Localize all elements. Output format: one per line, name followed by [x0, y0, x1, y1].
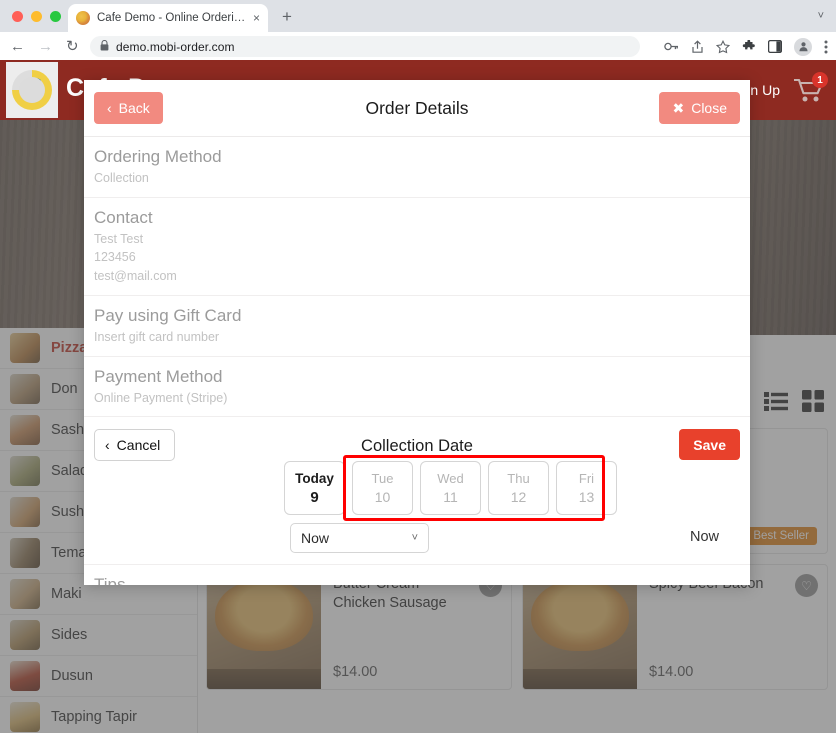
gift-card-label: Pay using Gift Card: [94, 305, 242, 325]
close-button[interactable]: ✖ Close: [659, 92, 740, 124]
extensions-puzzle-icon[interactable]: [742, 39, 756, 54]
contact-label: Contact: [94, 207, 153, 227]
chevron-left-icon: ‹: [105, 437, 110, 454]
save-button[interactable]: Save: [679, 429, 740, 461]
date-chip-dow: Fri: [578, 471, 595, 487]
collection-time-row: Now ˅ Now: [290, 523, 740, 555]
contact-name: Test Test: [94, 231, 144, 246]
contact-email: test@mail.com: [94, 269, 177, 284]
collection-date-editor: ‹ Cancel Collection Date Save Today 9 Tu…: [84, 417, 750, 566]
tab-favicon-icon: [76, 11, 90, 25]
share-icon[interactable]: [691, 39, 704, 54]
time-select-value: Now: [301, 530, 330, 547]
collection-date-header: ‹ Cancel Collection Date Save: [94, 429, 740, 463]
collection-time-display: Now: [690, 529, 720, 546]
date-chip-num: 13: [578, 489, 595, 506]
window-close-button[interactable]: [12, 11, 23, 22]
gift-card-row[interactable]: Pay using Gift Card Insert gift card num…: [84, 296, 750, 357]
new-tab-button[interactable]: +: [282, 8, 292, 25]
tips-row[interactable]: Tips Select tips amount: [84, 565, 750, 585]
forward-arrow-icon[interactable]: →: [38, 39, 53, 54]
reload-icon[interactable]: ↻: [66, 39, 79, 54]
date-chip-num: 12: [510, 489, 527, 506]
url-text: demo.mobi-order.com: [116, 39, 235, 54]
side-panel-icon[interactable]: [768, 40, 782, 53]
chevron-down-icon: ˅: [411, 532, 418, 545]
cart-button[interactable]: 1: [792, 72, 828, 106]
date-chip-row: Today 9 Tue 10 Wed 11 Thu 12 Fri 13: [284, 461, 624, 516]
profile-icon[interactable]: [794, 37, 812, 56]
tips-label: Tips: [94, 575, 126, 585]
date-chip-fri[interactable]: Fri 13: [556, 461, 617, 516]
contact-row[interactable]: Contact Test Test 123456 test@mail.com: [84, 198, 750, 296]
date-chip-tue[interactable]: Tue 10: [352, 461, 413, 516]
date-chip-thu[interactable]: Thu 12: [488, 461, 549, 516]
address-bar[interactable]: demo.mobi-order.com: [90, 36, 640, 57]
window-controls: [12, 11, 61, 22]
key-icon[interactable]: [664, 40, 679, 53]
bookmark-star-icon[interactable]: [716, 39, 730, 54]
browser-tab-strip: Cafe Demo - Online Ordering × + ˅: [0, 0, 836, 32]
date-chip-wed[interactable]: Wed 11: [420, 461, 481, 516]
tab-search-chevron-down-icon[interactable]: ˅: [818, 10, 824, 22]
date-chip-num: 10: [374, 489, 391, 506]
date-chip-today[interactable]: Today 9: [284, 461, 345, 516]
chrome-menu-icon[interactable]: [824, 40, 828, 54]
order-details-modal: ‹ Back Order Details ✖ Close Ordering Me…: [84, 80, 750, 585]
tab-close-icon[interactable]: ×: [253, 12, 260, 24]
payment-method-label: Payment Method: [94, 366, 223, 386]
date-chip-dow: Wed: [437, 471, 464, 487]
ordering-method-row[interactable]: Ordering Method Collection: [84, 137, 750, 198]
back-arrow-icon[interactable]: ←: [10, 39, 25, 54]
lock-icon: [100, 39, 109, 54]
chevron-left-icon: ‹: [107, 100, 112, 116]
tab-title: Cafe Demo - Online Ordering: [97, 12, 246, 24]
screenshot-root: Cafe Demo - Online Ordering × + ˅ ← → ↻ …: [0, 0, 836, 733]
date-chip-dow: Thu: [507, 471, 530, 487]
payment-method-row[interactable]: Payment Method Online Payment (Stripe): [84, 357, 750, 418]
date-chip-num: 9: [310, 488, 319, 506]
gift-card-placeholder: Insert gift card number: [94, 329, 220, 344]
browser-toolbar: ← → ↻ demo.mobi-order.com: [0, 32, 836, 60]
cart-count-badge: 1: [812, 72, 828, 88]
modal-header: ‹ Back Order Details ✖ Close: [84, 80, 750, 137]
page-title: Order Details: [365, 97, 469, 118]
toolbar-icon-group: [664, 36, 828, 57]
cancel-button[interactable]: ‹ Cancel: [94, 429, 176, 462]
brand-logo[interactable]: [6, 62, 58, 118]
window-maximize-button[interactable]: [50, 11, 61, 22]
back-button-label: Back: [118, 100, 150, 116]
cancel-button-label: Cancel: [116, 437, 161, 454]
close-button-label: Close: [691, 100, 727, 116]
ordering-method-label: Ordering Method: [94, 147, 222, 166]
close-icon: ✖: [672, 99, 685, 116]
date-chip-num: 11: [443, 489, 458, 506]
time-select[interactable]: Now ˅: [290, 523, 429, 554]
contact-phone: 123456: [94, 250, 136, 265]
date-chip-dow: Today: [295, 470, 334, 486]
ordering-method-value: Collection: [94, 170, 149, 185]
back-button[interactable]: ‹ Back: [94, 92, 163, 124]
date-chip-dow: Tue: [371, 471, 394, 487]
collection-date-title: Collection Date: [361, 436, 473, 455]
browser-tab[interactable]: Cafe Demo - Online Ordering ×: [68, 4, 268, 32]
payment-method-value: Online Payment (Stripe): [94, 390, 228, 405]
cafe-logo-icon: [12, 70, 52, 110]
nav-button-group: ← → ↻: [10, 39, 79, 54]
window-minimize-button[interactable]: [31, 11, 42, 22]
